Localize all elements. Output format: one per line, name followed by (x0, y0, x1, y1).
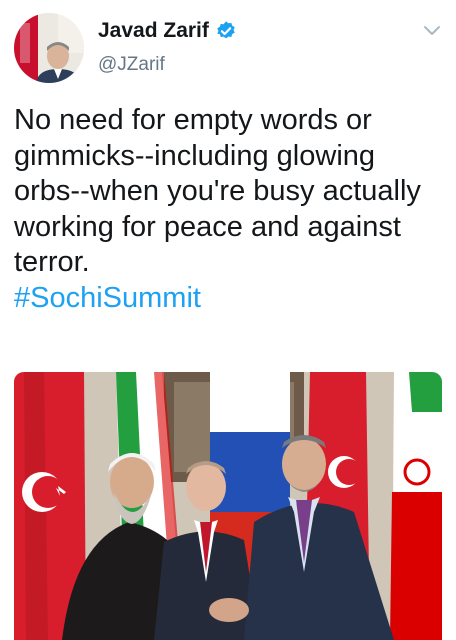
author-avatar[interactable] (14, 13, 84, 83)
tweet-photo[interactable] (14, 372, 442, 640)
author-display-name[interactable]: Javad Zarif (98, 19, 209, 43)
author-handle[interactable]: @JZarif (98, 54, 165, 76)
author-name-row: Javad Zarif (98, 19, 237, 43)
verified-badge-icon (217, 21, 235, 39)
tweet-body: No need for empty words or gimmicks--inc… (14, 104, 421, 278)
photo-illustration (14, 372, 442, 640)
chevron-down-icon[interactable] (422, 24, 442, 38)
hashtag-link[interactable]: #SochiSummit (14, 281, 444, 317)
tweet-text: No need for empty words or gimmicks--inc… (14, 103, 444, 316)
